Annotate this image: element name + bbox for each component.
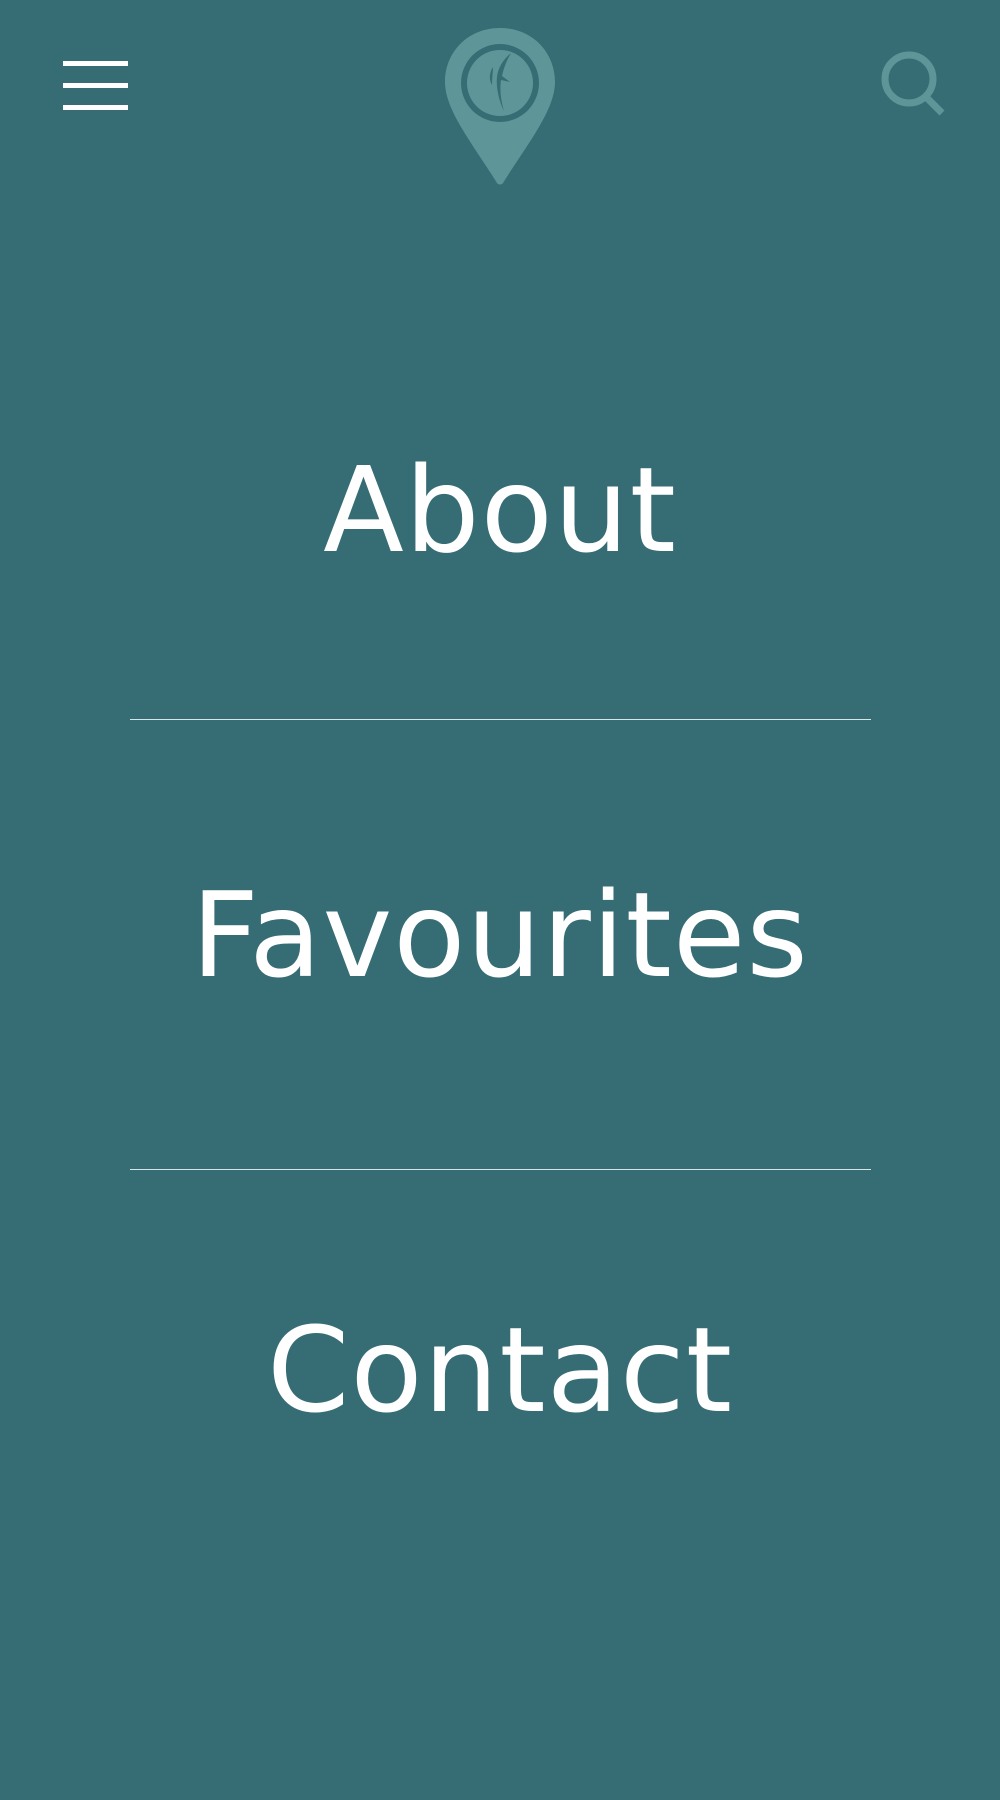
- map-pin-leaf-logo-icon: [445, 28, 555, 185]
- divider: [130, 1169, 871, 1170]
- nav-link-contact[interactable]: Contact: [0, 1300, 1000, 1440]
- top-bar: [0, 0, 1000, 200]
- search-icon: [881, 51, 945, 116]
- divider: [130, 719, 871, 720]
- site-logo[interactable]: [440, 25, 560, 190]
- search-button[interactable]: [872, 45, 948, 121]
- hamburger-menu-button[interactable]: [55, 55, 131, 115]
- nav-link-about[interactable]: About: [0, 440, 1000, 580]
- nav-link-favourites[interactable]: Favourites: [0, 865, 1000, 1005]
